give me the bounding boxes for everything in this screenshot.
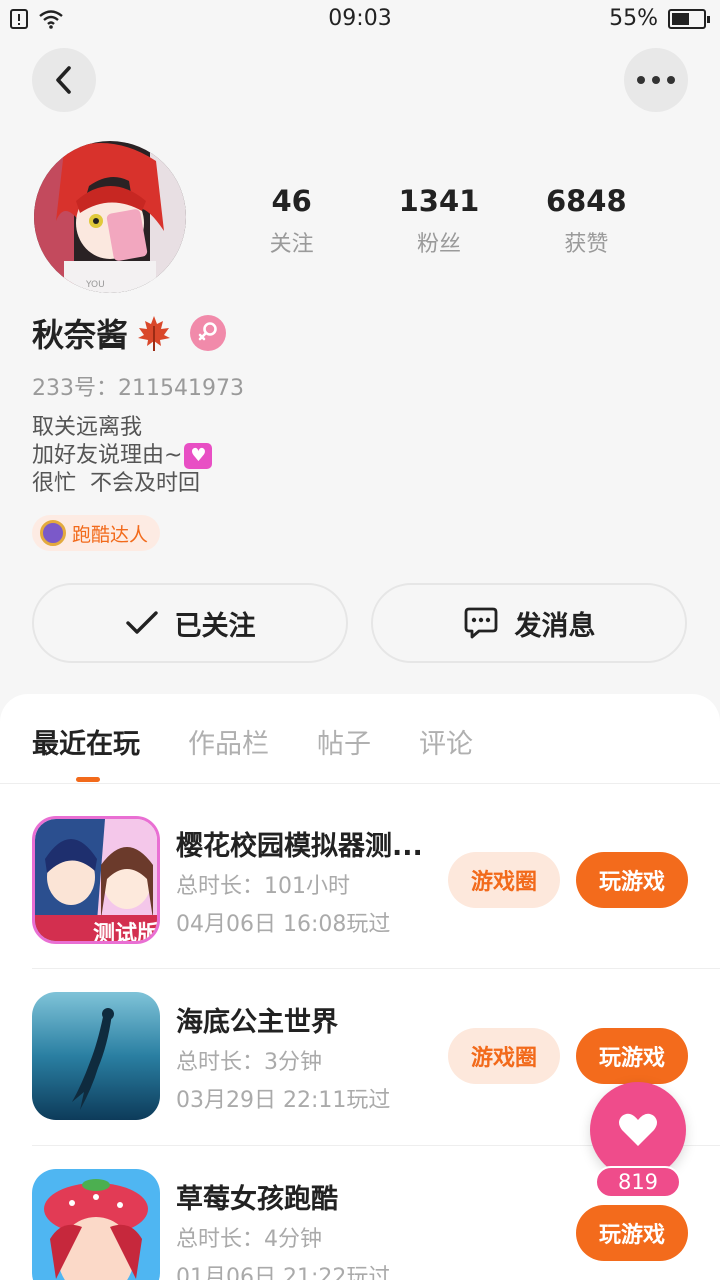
- message-label: 发消息: [514, 610, 596, 642]
- tab-recently-played[interactable]: 最近在玩: [32, 722, 140, 761]
- stat-value: 1341: [398, 184, 480, 218]
- like-count: 819: [595, 1166, 681, 1198]
- game-title: 海底公主世界: [176, 1007, 338, 1038]
- user-id: 233号：211541973: [32, 376, 244, 401]
- game-last-played: 04月06日 16:08玩过: [176, 912, 391, 937]
- following-label: 已关注: [174, 610, 256, 642]
- female-icon: [198, 322, 217, 341]
- battery-percent: 55%: [609, 6, 658, 31]
- check-icon: [125, 611, 158, 634]
- tab-works[interactable]: 作品栏: [188, 722, 269, 761]
- stat-following[interactable]: 46 关注: [218, 184, 365, 258]
- play-game-button[interactable]: 玩游戏: [576, 1028, 688, 1084]
- battery-fill: [672, 12, 689, 25]
- more-horizontal-icon: [637, 76, 675, 84]
- game-circle-button[interactable]: 游戏圈: [448, 852, 560, 908]
- name-row: 秋奈酱: [32, 310, 227, 356]
- more-button[interactable]: [624, 48, 688, 112]
- game-icon-mermaid[interactable]: [32, 992, 160, 1120]
- svg-text:YOU: YOU: [85, 280, 105, 290]
- status-bar: 09:03 55%: [0, 0, 720, 40]
- maple-leaf-icon: [138, 316, 171, 351]
- game-circle-button[interactable]: 游戏圈: [448, 1028, 560, 1084]
- stat-value: 6848: [545, 184, 627, 218]
- achievement-badge[interactable]: 跑酷达人: [32, 515, 161, 551]
- tab-posts[interactable]: 帖子: [317, 722, 371, 761]
- tab-indicator: [76, 777, 100, 782]
- heart-emoji-icon: ♥: [184, 443, 213, 469]
- badge-label: 跑酷达人: [72, 523, 149, 546]
- stat-value: 46: [271, 184, 312, 218]
- game-last-played: 01月06日 21:22玩过: [176, 1265, 391, 1280]
- battery-icon: [668, 8, 710, 29]
- tab-bar: 最近在玩 作品栏 帖子 评论: [32, 722, 473, 761]
- bio-line: 加好友说理由~ ♥: [32, 442, 213, 470]
- message-button[interactable]: 发消息: [371, 583, 687, 663]
- game-duration: 总时长：4分钟: [176, 1227, 322, 1252]
- back-button[interactable]: [32, 48, 96, 112]
- game-icon-strawberry-girl[interactable]: [32, 1169, 160, 1280]
- heart-icon: [619, 1113, 657, 1146]
- game-row[interactable]: 测试版 樱花校园模拟器测... 总时长：101小时 04月06日 16:08玩过…: [32, 784, 720, 960]
- stat-label: 关注: [269, 232, 314, 257]
- user-bio: 取关远离我 加好友说理由~ ♥ 很忙 不会及时回: [32, 414, 213, 498]
- stat-label: 获赞: [564, 232, 609, 257]
- floating-like-button[interactable]: [590, 1082, 686, 1178]
- bio-text: 加好友说理由~: [32, 443, 183, 468]
- chevron-left-icon: [56, 66, 71, 94]
- stat-label: 粉丝: [416, 232, 461, 257]
- user-name: 秋奈酱: [32, 316, 129, 354]
- game-duration: 总时长：101小时: [176, 874, 350, 899]
- avatar[interactable]: YOU: [34, 141, 186, 293]
- profile-stats: 46 关注 1341 粉丝 6848 获赞: [218, 184, 660, 258]
- bio-line: 很忙 不会及时回: [32, 471, 200, 496]
- gender-female-badge: [190, 315, 227, 351]
- play-game-button[interactable]: 玩游戏: [576, 852, 688, 908]
- stat-likes[interactable]: 6848 获赞: [513, 184, 660, 258]
- chat-icon: [464, 607, 497, 639]
- game-title: 草莓女孩跑酷: [176, 1184, 338, 1215]
- game-icon-sakura-school[interactable]: 测试版: [32, 816, 160, 944]
- medal-icon: [40, 520, 66, 546]
- game-last-played: 03月29日 22:11玩过: [176, 1088, 391, 1113]
- following-button[interactable]: 已关注: [32, 583, 348, 663]
- status-icons-right: 55%: [609, 6, 710, 31]
- svg-text:测试版: 测试版: [93, 922, 159, 944]
- play-game-button[interactable]: 玩游戏: [576, 1205, 688, 1261]
- stat-followers[interactable]: 1341 粉丝: [365, 184, 512, 258]
- game-title: 樱花校园模拟器测...: [176, 831, 423, 862]
- tab-comments[interactable]: 评论: [419, 722, 473, 761]
- game-duration: 总时长：3分钟: [176, 1050, 322, 1075]
- bio-line: 取关远离我: [32, 415, 143, 440]
